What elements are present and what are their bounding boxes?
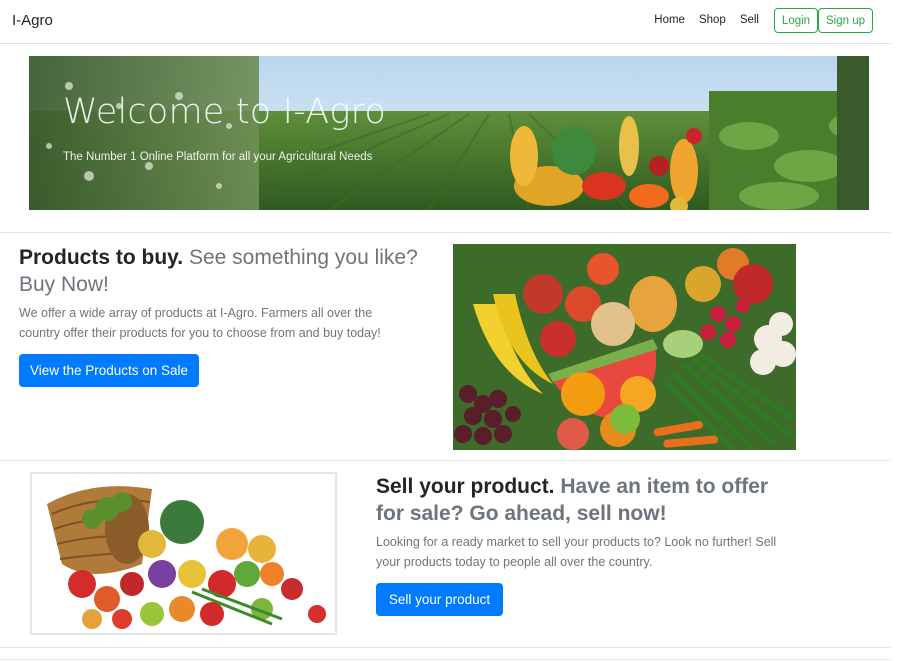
signup-button[interactable]: Sign up bbox=[818, 8, 873, 33]
hero-subtitle: The Number 1 Online Platform for all you… bbox=[63, 151, 373, 163]
hero-banner: Welcome to I-Agro The Number 1 Online Pl… bbox=[29, 56, 869, 210]
sell-section-text: Looking for a ready market to sell your … bbox=[376, 535, 777, 569]
navbar: I-Agro Home Shop Sell Login Sign up bbox=[0, 0, 891, 44]
nav-link-shop[interactable]: Shop bbox=[699, 14, 726, 26]
sell-product-button[interactable]: Sell your product bbox=[376, 583, 503, 616]
buy-section-heading: Products to buy. See something you like?… bbox=[19, 244, 439, 298]
section-divider bbox=[0, 659, 891, 660]
buy-heading-strong: Products to buy. bbox=[19, 246, 184, 269]
buy-section-text: We offer a wide array of products at I-A… bbox=[19, 306, 381, 340]
nav-link-home[interactable]: Home bbox=[654, 14, 685, 26]
view-products-button[interactable]: View the Products on Sale bbox=[19, 354, 199, 387]
hero-title: Welcome to I-Agro bbox=[63, 92, 387, 132]
produce-basket-image bbox=[30, 472, 337, 635]
fruits-and-vegetables-image bbox=[453, 244, 796, 450]
page-scrollbar[interactable] bbox=[891, 0, 900, 661]
nav-links: Home Shop Sell bbox=[654, 14, 759, 26]
section-divider bbox=[0, 647, 891, 648]
nav-link-sell[interactable]: Sell bbox=[740, 14, 759, 26]
sell-heading-strong: Sell your product. bbox=[376, 475, 555, 498]
sell-section-heading: Sell your product. Have an item to offer… bbox=[376, 473, 786, 527]
section-divider bbox=[0, 232, 891, 233]
hero-background-image bbox=[29, 56, 869, 210]
brand-logo[interactable]: I-Agro bbox=[12, 12, 53, 29]
section-divider bbox=[0, 460, 891, 461]
login-button[interactable]: Login bbox=[774, 8, 818, 33]
